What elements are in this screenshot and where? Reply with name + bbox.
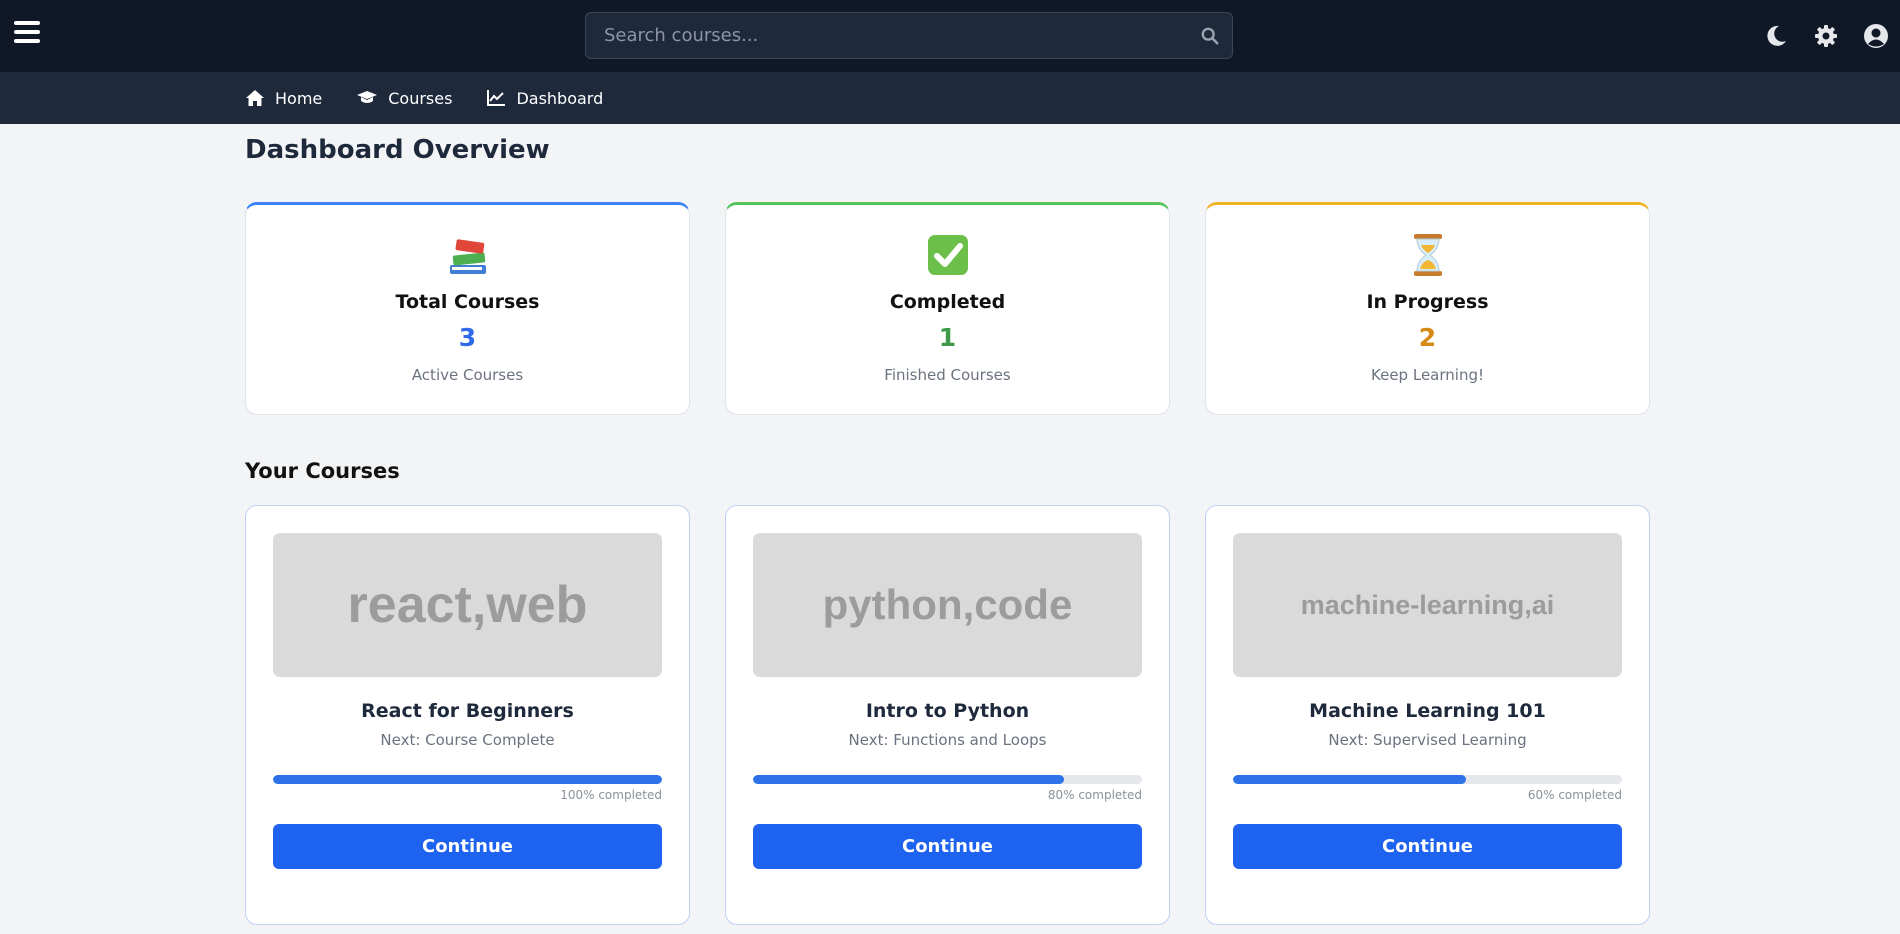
progress-bar — [273, 775, 662, 784]
course-card-python: python,code Intro to Python Next: Functi… — [725, 505, 1170, 925]
progress-bar — [753, 775, 1142, 784]
continue-button[interactable]: Continue — [753, 824, 1142, 869]
stat-card-completed: Completed 1 Finished Courses — [725, 202, 1170, 415]
hourglass-icon — [1404, 231, 1452, 279]
progress-label: 80% completed — [1047, 788, 1142, 802]
progress-fill — [753, 775, 1065, 784]
check-mark-icon — [924, 231, 972, 279]
top-bar — [0, 0, 1900, 72]
books-icon — [444, 231, 492, 279]
course-card-react: react,web React for Beginners Next: Cour… — [245, 505, 690, 925]
progress-fill — [273, 775, 662, 784]
search-box — [585, 12, 1233, 59]
stat-value: 3 — [458, 323, 477, 352]
stats-row: Total Courses 3 Active Courses Completed… — [245, 202, 1651, 415]
progress-label: 100% completed — [560, 788, 662, 802]
stat-subtext: Keep Learning! — [1371, 366, 1484, 384]
main-content: Dashboard Overview Total Courses 3 Activ… — [245, 124, 1651, 925]
search-icon[interactable] — [1188, 14, 1232, 58]
course-card-machine-learning: machine-learning,ai Machine Learning 101… — [1205, 505, 1650, 925]
course-thumbnail[interactable]: python,code — [753, 533, 1142, 677]
nav-item-courses[interactable]: Courses — [356, 89, 452, 108]
course-thumbnail[interactable]: machine-learning,ai — [1233, 533, 1622, 677]
user-circle-icon[interactable] — [1862, 22, 1890, 50]
section-title: Your Courses — [245, 459, 400, 483]
nav-item-home[interactable]: Home — [245, 89, 322, 108]
progress-bar — [1233, 775, 1622, 784]
continue-button[interactable]: Continue — [273, 824, 662, 869]
courses-row: react,web React for Beginners Next: Cour… — [245, 505, 1651, 925]
hamburger-menu-icon[interactable] — [14, 21, 40, 47]
progress-fill — [1233, 775, 1467, 784]
stat-subtext: Active Courses — [411, 366, 524, 384]
graduation-cap-icon — [357, 91, 378, 103]
course-next-lesson: Next: Functions and Loops — [848, 731, 1047, 749]
stat-subtext: Finished Courses — [884, 366, 1011, 384]
search-input[interactable] — [586, 13, 1188, 58]
course-title: React for Beginners — [361, 700, 574, 722]
course-title: Intro to Python — [865, 700, 1030, 722]
page-title: Dashboard Overview — [245, 135, 550, 165]
course-next-lesson: Next: Course Complete — [380, 731, 555, 749]
continue-button[interactable]: Continue — [1233, 824, 1622, 869]
line-chart-icon — [487, 90, 506, 106]
progress-label: 60% completed — [1527, 788, 1622, 802]
stat-label: Total Courses — [395, 291, 540, 313]
moon-icon[interactable] — [1762, 22, 1790, 50]
nav-item-label: Dashboard — [516, 88, 604, 108]
home-icon — [246, 90, 264, 106]
stat-value: 2 — [1418, 323, 1437, 352]
course-thumbnail[interactable]: react,web — [273, 533, 662, 677]
stat-label: Completed — [889, 291, 1006, 313]
stat-label: In Progress — [1366, 291, 1489, 313]
stat-value: 1 — [938, 323, 957, 352]
nav-item-dashboard[interactable]: Dashboard — [486, 89, 603, 108]
stat-card-in-progress: In Progress 2 Keep Learning! — [1205, 202, 1650, 415]
course-next-lesson: Next: Supervised Learning — [1328, 731, 1527, 749]
stat-card-total: Total Courses 3 Active Courses — [245, 202, 690, 415]
nav-item-label: Home — [275, 88, 323, 108]
gear-icon[interactable] — [1812, 22, 1840, 50]
course-title: Machine Learning 101 — [1309, 700, 1546, 722]
nav-bar: Home Courses Dashboard — [0, 72, 1900, 124]
nav-item-label: Courses — [388, 88, 453, 108]
